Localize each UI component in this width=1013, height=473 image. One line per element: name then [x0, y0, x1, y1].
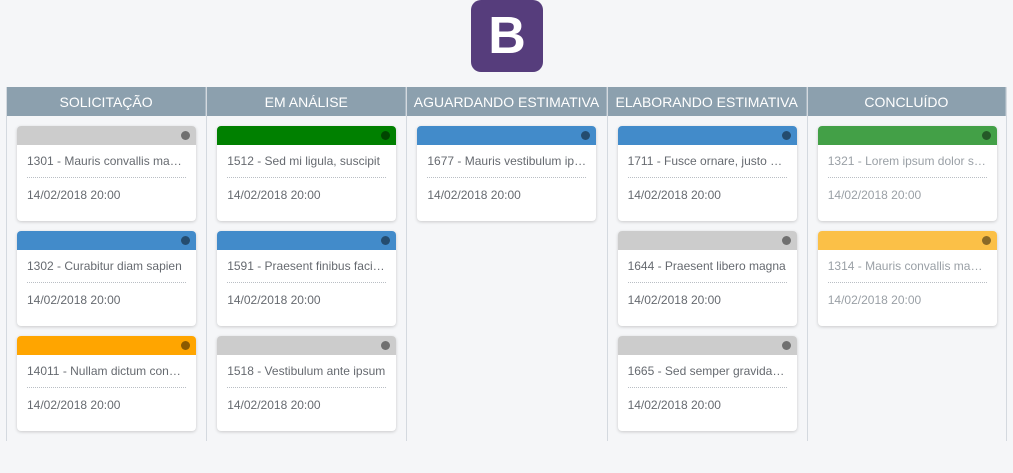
card-status-bar [617, 336, 797, 355]
card-title: 1518 - Vestibulum ante ipsum [227, 364, 387, 388]
kanban-card[interactable]: 1518 - Vestibulum ante ipsum 14/02/2018 2… [217, 336, 397, 431]
card-status-dot-icon [381, 236, 391, 245]
kanban-card[interactable]: 1665 - Sed semper gravida mauris 14/02/20… [617, 336, 797, 431]
card-status-dot-icon [981, 236, 991, 245]
kanban-column: AGUARDANDO ESTIMATIVA 1677 - Mauris vesti… [406, 87, 607, 441]
card-list: 1321 - Lorem ipsum dolor sit amet 14/02/2… [808, 116, 1006, 326]
card-title: 1591 - Praesent finibus facilisis [227, 259, 387, 283]
kanban-column: EM ANÁLISE 1512 - Sed mi ligula, suscipit… [206, 87, 407, 441]
card-title: 1711 - Fusce ornare, justo eget [627, 154, 787, 178]
column-header: EM ANÁLISE [207, 87, 407, 116]
kanban-card[interactable]: 1321 - Lorem ipsum dolor sit amet 14/02/2… [817, 126, 997, 221]
column-header: ELABORANDO ESTIMATIVA [607, 87, 807, 116]
kanban-column: ELABORANDO ESTIMATIVA 1711 - Fusce ornare… [606, 87, 807, 441]
kanban-card[interactable]: 1301 - Mauris convallis massa 14/02/2018 … [17, 126, 196, 221]
card-status-dot-icon [181, 236, 190, 245]
card-status-bar [817, 231, 997, 250]
kanban-board: SOLICITAÇÃO 1301 - Mauris convallis massa… [6, 87, 1007, 441]
kanban-card[interactable]: 1711 - Fusce ornare, justo eget 14/02/201… [617, 126, 797, 221]
card-status-bar [217, 126, 397, 145]
kanban-column: CONCLUÍDO 1321 - Lorem ipsum dolor sit am… [806, 87, 1007, 441]
column-header: AGUARDANDO ESTIMATIVA [407, 87, 607, 116]
card-date: 14/02/2018 20:00 [427, 188, 521, 202]
kanban-column: SOLICITAÇÃO 1301 - Mauris convallis massa… [6, 87, 207, 441]
card-list: 1301 - Mauris convallis massa 14/02/2018 … [7, 116, 206, 431]
card-date: 14/02/2018 20:00 [227, 293, 321, 307]
card-status-bar [17, 336, 196, 355]
kanban-card[interactable]: 1302 - Curabitur diam sapien 14/02/2018 2… [17, 231, 196, 326]
kanban-card[interactable]: 1644 - Praesent libero magna 14/02/2018 2… [617, 231, 797, 326]
column-header: CONCLUÍDO [807, 87, 1006, 116]
card-date: 14/02/2018 20:00 [27, 398, 121, 412]
card-status-bar [417, 126, 597, 145]
card-status-dot-icon [381, 341, 391, 350]
bootstrap-logo: B [471, 0, 543, 72]
card-date: 14/02/2018 20:00 [27, 188, 121, 202]
card-title: 1512 - Sed mi ligula, suscipit [227, 154, 387, 178]
kanban-card[interactable]: 14011 - Nullam dictum congue 14/02/2018 2… [17, 336, 196, 431]
card-status-bar [617, 231, 797, 250]
card-status-dot-icon [181, 131, 190, 140]
card-status-dot-icon [781, 131, 791, 140]
card-date: 14/02/2018 20:00 [827, 188, 922, 202]
card-date: 14/02/2018 20:00 [627, 398, 721, 412]
kanban-card[interactable]: 1314 - Mauris convallis massa 14/02/2018 … [817, 231, 997, 326]
card-date: 14/02/2018 20:00 [227, 398, 321, 412]
card-status-bar [217, 336, 397, 355]
card-status-bar [817, 126, 997, 145]
card-status-bar [17, 126, 196, 145]
card-date: 14/02/2018 20:00 [827, 293, 922, 307]
card-status-dot-icon [381, 131, 391, 140]
card-status-dot-icon [781, 236, 791, 245]
kanban-card[interactable]: 1591 - Praesent finibus facilisis 14/02/2… [217, 231, 397, 326]
kanban-card[interactable]: 1512 - Sed mi ligula, suscipit 14/02/2018… [217, 126, 397, 221]
card-list: 1512 - Sed mi ligula, suscipit 14/02/2018… [207, 116, 406, 431]
card-status-bar [217, 231, 397, 250]
card-list: 1677 - Mauris vestibulum ipsum 14/02/2018… [407, 116, 606, 221]
kanban-card[interactable]: 1677 - Mauris vestibulum ipsum 14/02/2018… [417, 126, 597, 221]
card-date: 14/02/2018 20:00 [27, 293, 121, 307]
card-date: 14/02/2018 20:00 [627, 293, 721, 307]
card-status-bar [17, 231, 196, 250]
card-title: 1314 - Mauris convallis massa [827, 259, 987, 283]
card-title: 14011 - Nullam dictum congue [27, 364, 186, 388]
card-status-dot-icon [581, 131, 591, 140]
card-title: 1301 - Mauris convallis massa [27, 154, 186, 178]
logo-letter: B [488, 7, 526, 65]
card-title: 1321 - Lorem ipsum dolor sit amet [827, 154, 987, 178]
card-list: 1711 - Fusce ornare, justo eget 14/02/201… [608, 116, 807, 431]
card-status-dot-icon [981, 131, 991, 140]
card-title: 1302 - Curabitur diam sapien [27, 259, 186, 283]
card-status-bar [617, 126, 797, 145]
column-header: SOLICITAÇÃO [7, 87, 207, 116]
card-date: 14/02/2018 20:00 [627, 188, 721, 202]
card-date: 14/02/2018 20:00 [227, 188, 321, 202]
card-status-dot-icon [781, 341, 791, 350]
card-title: 1677 - Mauris vestibulum ipsum [427, 154, 587, 178]
card-title: 1665 - Sed semper gravida mauris [627, 364, 787, 388]
card-title: 1644 - Praesent libero magna [627, 259, 787, 283]
card-status-dot-icon [181, 341, 190, 350]
